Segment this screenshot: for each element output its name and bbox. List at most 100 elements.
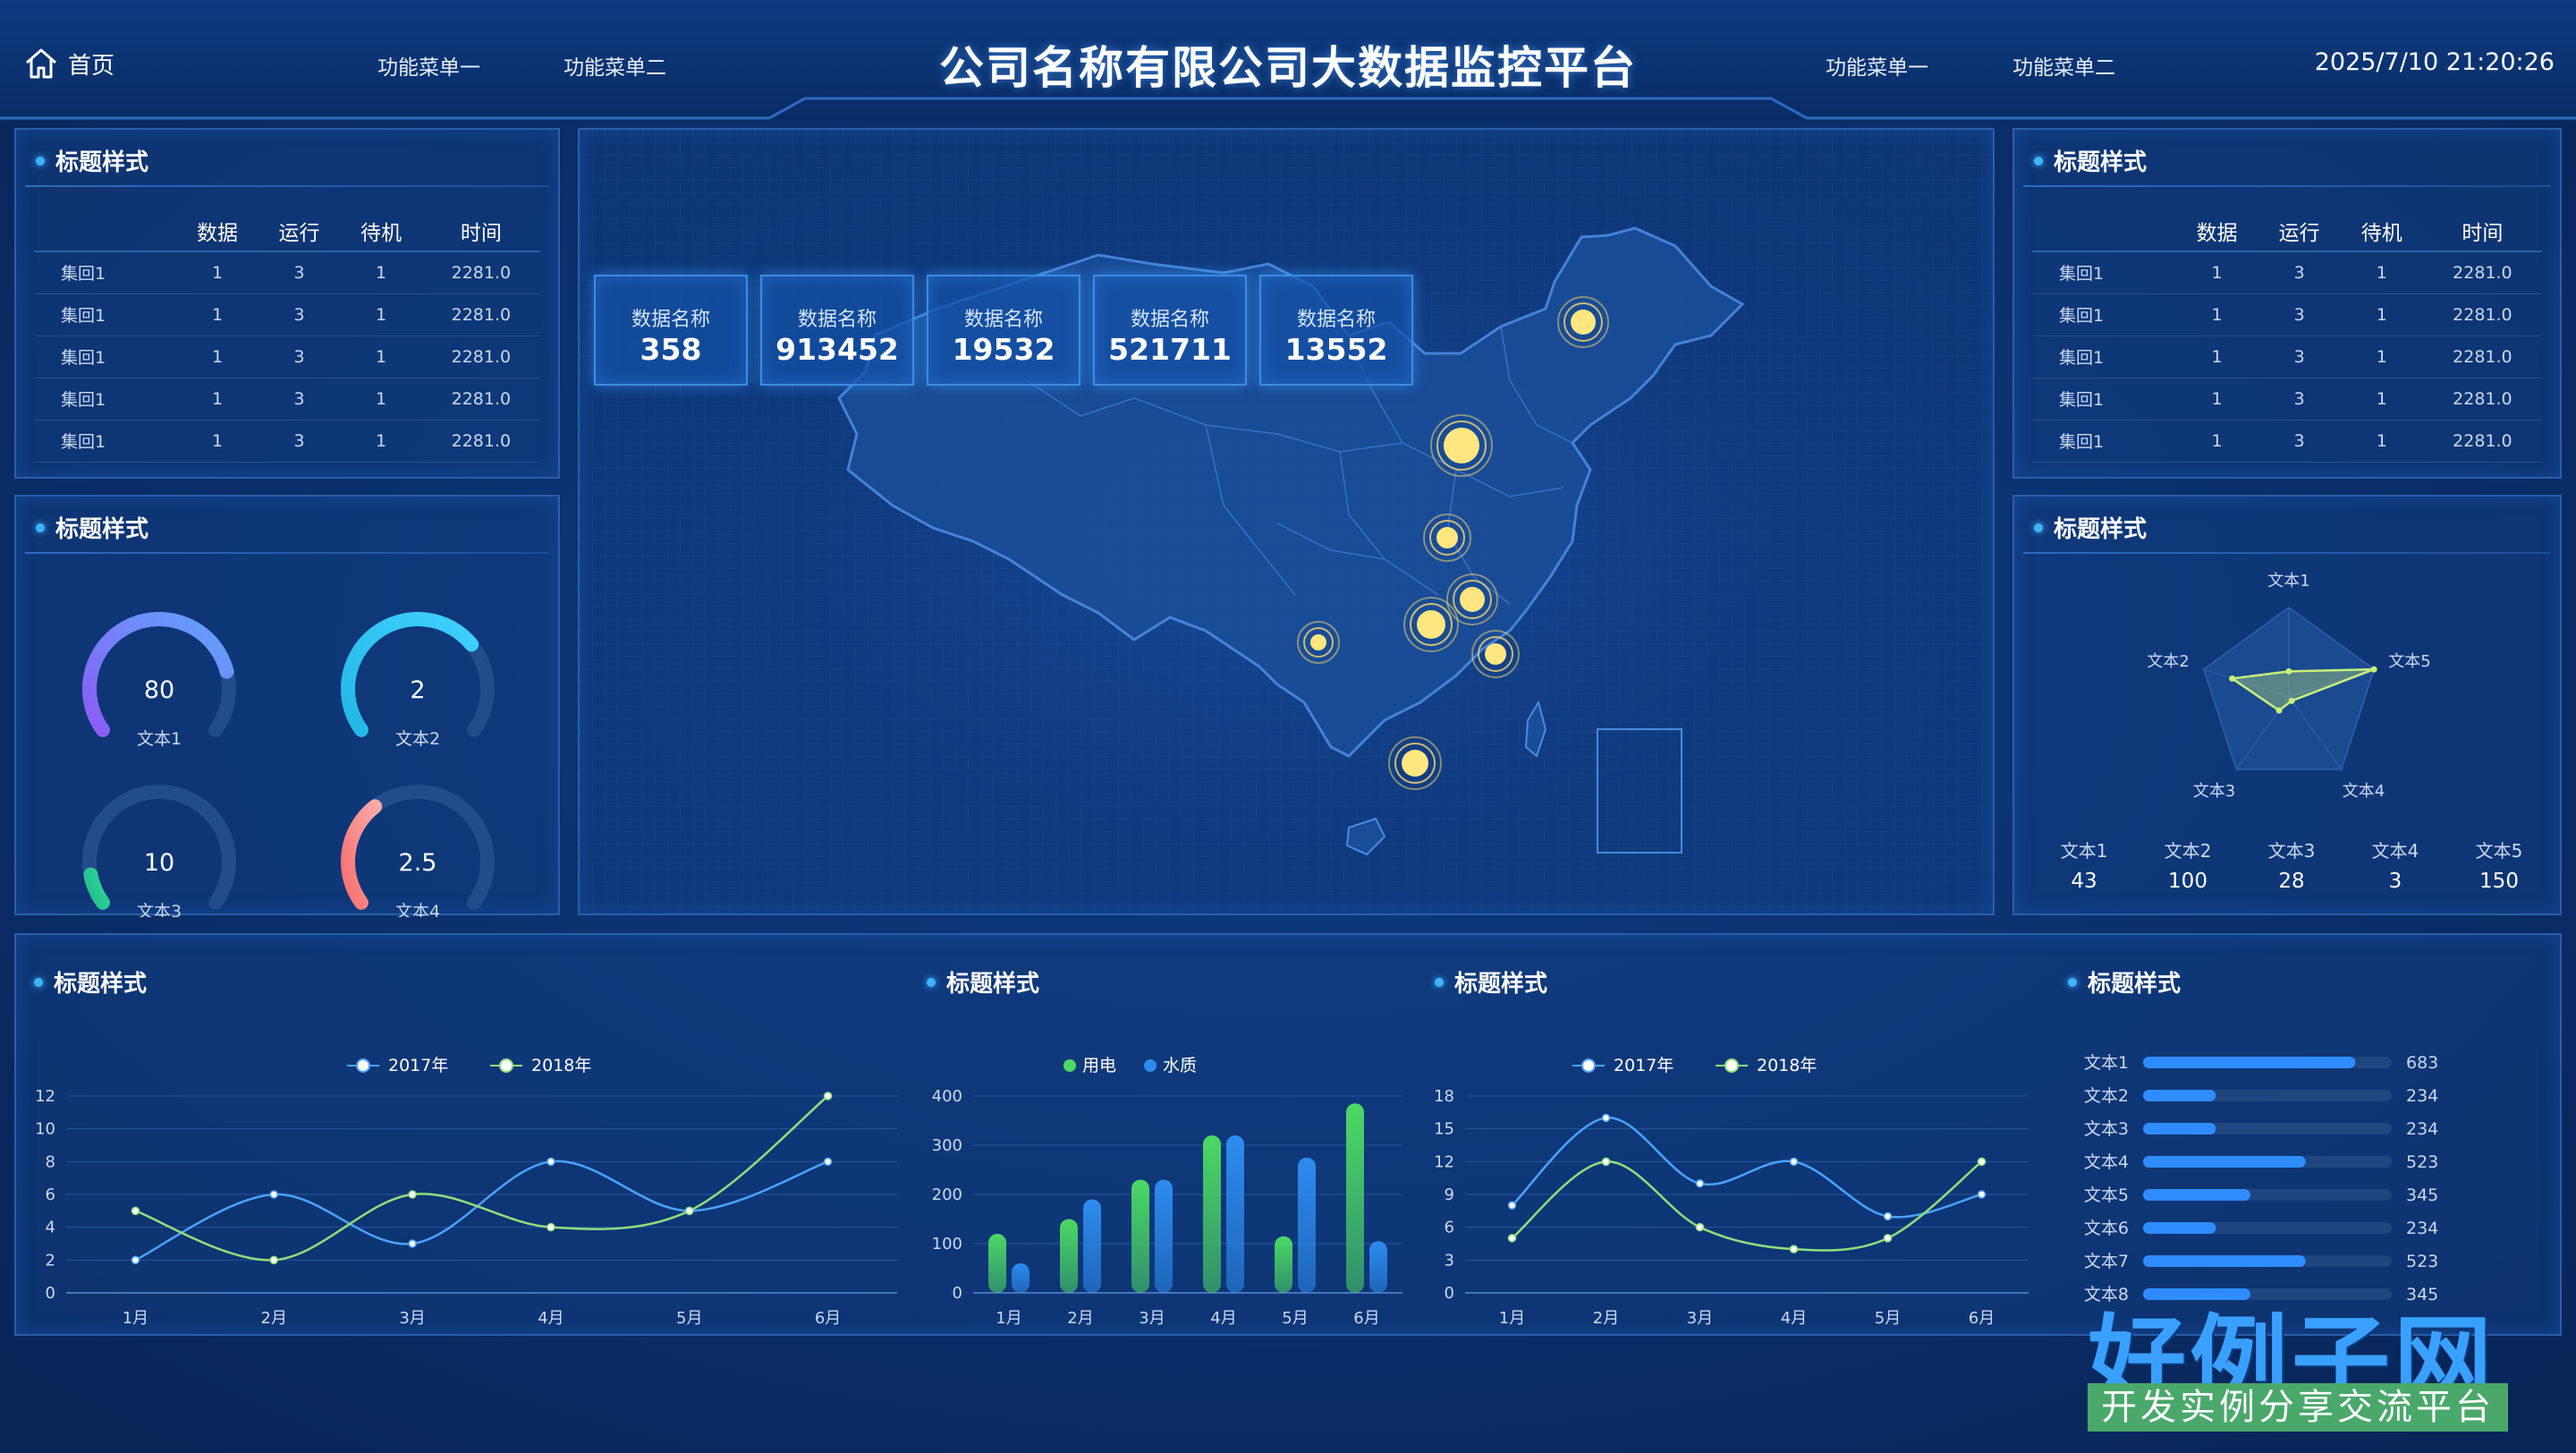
data-point	[1977, 1190, 1987, 1199]
left-table-panel: 标题样式 数据 运行 待机 时间 集回1 1 3 1 2281.0 集回1 1 3 1 2281.…	[14, 128, 560, 479]
chart2-title: 标题样式	[927, 965, 1039, 998]
stat-card: 数据名称 521711	[1093, 275, 1247, 386]
stat-value: 358	[640, 332, 702, 367]
stat-value: 521711	[1108, 332, 1232, 367]
radar-stat-value: 100	[2168, 870, 2207, 893]
hotspot-dot	[1402, 750, 1428, 777]
table-cell: 3	[258, 336, 341, 378]
chart4-title: 标题样式	[2068, 965, 2181, 998]
legend-marker	[356, 1058, 370, 1073]
series-line	[134, 1160, 829, 1262]
line-chart-2: 0 3 6 9 12 15 18 2017年 2018年 1月 2月 3月 4月 5月 6月	[1434, 1056, 2029, 1328]
data-point	[1695, 1179, 1705, 1188]
bar	[1275, 1236, 1292, 1293]
table-cell: 1	[2175, 378, 2258, 421]
table-header-row: 数据 运行 待机 时间	[34, 210, 540, 252]
hbar	[2143, 1156, 2306, 1168]
table-cell: 3	[2258, 251, 2341, 294]
divider	[25, 185, 549, 187]
bullet-icon	[2034, 523, 2043, 532]
data-point	[823, 1157, 833, 1167]
table-cell: 1	[2340, 336, 2423, 378]
hbar	[2143, 1090, 2216, 1101]
x-tick-label: 2月	[1067, 1309, 1093, 1328]
panel-title-text: 标题样式	[2054, 149, 2148, 176]
panel-title: 标题样式	[2034, 511, 2147, 544]
hbar-value: 523	[2406, 1252, 2438, 1271]
gauge-label: 文本1	[137, 729, 182, 749]
radar-label: 文本5	[2388, 652, 2430, 671]
radar-point	[2370, 666, 2377, 673]
y-tick-label: 100	[932, 1235, 962, 1253]
gauge-group: 80 文本1 2 文本2 10 文本3 2.5 文本4	[82, 612, 495, 917]
table-row: 集回1 1 3 1 2281.0	[2032, 293, 2542, 336]
stat-card: 数据名称 13552	[1259, 275, 1413, 386]
table-cell: 集回1	[2032, 293, 2176, 336]
data-point	[1977, 1157, 1987, 1167]
hotspot-dot	[1571, 310, 1596, 335]
hbar	[2143, 1189, 2250, 1201]
table-header: 运行	[258, 210, 341, 252]
hbar-value: 683	[2406, 1053, 2438, 1073]
x-tick-label: 2月	[261, 1309, 287, 1328]
chart1-title: 标题样式	[34, 965, 147, 998]
table-cell: 2281.0	[2422, 420, 2542, 463]
table-row: 集回1 1 3 1 2281.0	[34, 378, 540, 421]
x-tick-label: 3月	[399, 1309, 425, 1328]
data-point	[408, 1239, 417, 1248]
stat-label: 数据名称	[797, 309, 877, 331]
table-row: 集回1 1 3 1 2281.0	[2032, 336, 2542, 378]
y-tick-label: 3	[1445, 1251, 1454, 1270]
gauge-value: 80	[144, 676, 174, 704]
bullet-icon	[927, 977, 936, 987]
gauge-label: 文本2	[395, 729, 440, 749]
menu-right-1[interactable]: 功能菜单一	[1826, 50, 1928, 81]
bar	[1226, 1135, 1244, 1293]
y-tick-label: 8	[46, 1152, 55, 1171]
menu-right-2[interactable]: 功能菜单二	[2012, 50, 2115, 81]
bar	[1203, 1135, 1221, 1293]
x-tick-label: 6月	[1353, 1309, 1379, 1328]
table-cell: 3	[258, 378, 341, 421]
table-header: 时间	[421, 210, 540, 252]
table-header: 数据	[2175, 210, 2258, 252]
legend-label: 2018年	[531, 1056, 591, 1075]
table-cell: 1	[176, 420, 258, 463]
radar-chart: 文本1 文本2 文本3 文本4 文本5	[2147, 572, 2431, 801]
y-tick-label: 2	[46, 1251, 55, 1270]
y-tick-label: 0	[1445, 1284, 1454, 1303]
table-cell: 2281.0	[421, 378, 540, 421]
bar	[1012, 1263, 1030, 1293]
stat-label: 数据名称	[1296, 309, 1376, 331]
legend-marker	[1144, 1059, 1157, 1072]
hbar-label: 文本3	[2084, 1119, 2129, 1139]
data-table: 数据 运行 待机 时间 集回1 1 3 1 2281.0 集回1 1 3 1 2281.0 集回1 1…	[34, 210, 540, 463]
y-tick-label: 12	[35, 1087, 55, 1106]
radar-point	[2275, 707, 2283, 714]
hbar-value: 234	[2406, 1086, 2438, 1106]
data-point	[269, 1190, 278, 1199]
y-tick-label: 0	[46, 1284, 55, 1303]
x-tick-label: 4月	[1210, 1309, 1236, 1328]
table-cell: 1	[2175, 336, 2258, 378]
data-point	[1695, 1222, 1705, 1232]
radar-stat: 文本2 100	[2143, 837, 2233, 893]
radar-stat-value: 3	[2388, 870, 2402, 893]
x-tick-label: 6月	[815, 1309, 841, 1328]
divider	[25, 552, 549, 554]
table-cell: 3	[258, 293, 341, 336]
hbar-label: 文本6	[2084, 1219, 2129, 1238]
table-row: 集回1 1 3 1 2281.0	[34, 420, 540, 463]
legend-marker	[1063, 1059, 1076, 1072]
gauge-label: 文本3	[137, 902, 182, 917]
table-header: 待机	[2340, 210, 2423, 252]
y-tick-label: 0	[953, 1284, 962, 1303]
bullet-icon	[36, 156, 45, 166]
radar-point	[2288, 697, 2295, 704]
radar-point	[2229, 675, 2236, 682]
table-cell: 1	[176, 336, 258, 378]
table-cell: 集回1	[34, 378, 177, 421]
hbar	[2143, 1123, 2216, 1134]
table-header-row: 数据 运行 待机 时间	[2032, 210, 2542, 252]
stat-card: 数据名称 19532	[927, 275, 1080, 386]
